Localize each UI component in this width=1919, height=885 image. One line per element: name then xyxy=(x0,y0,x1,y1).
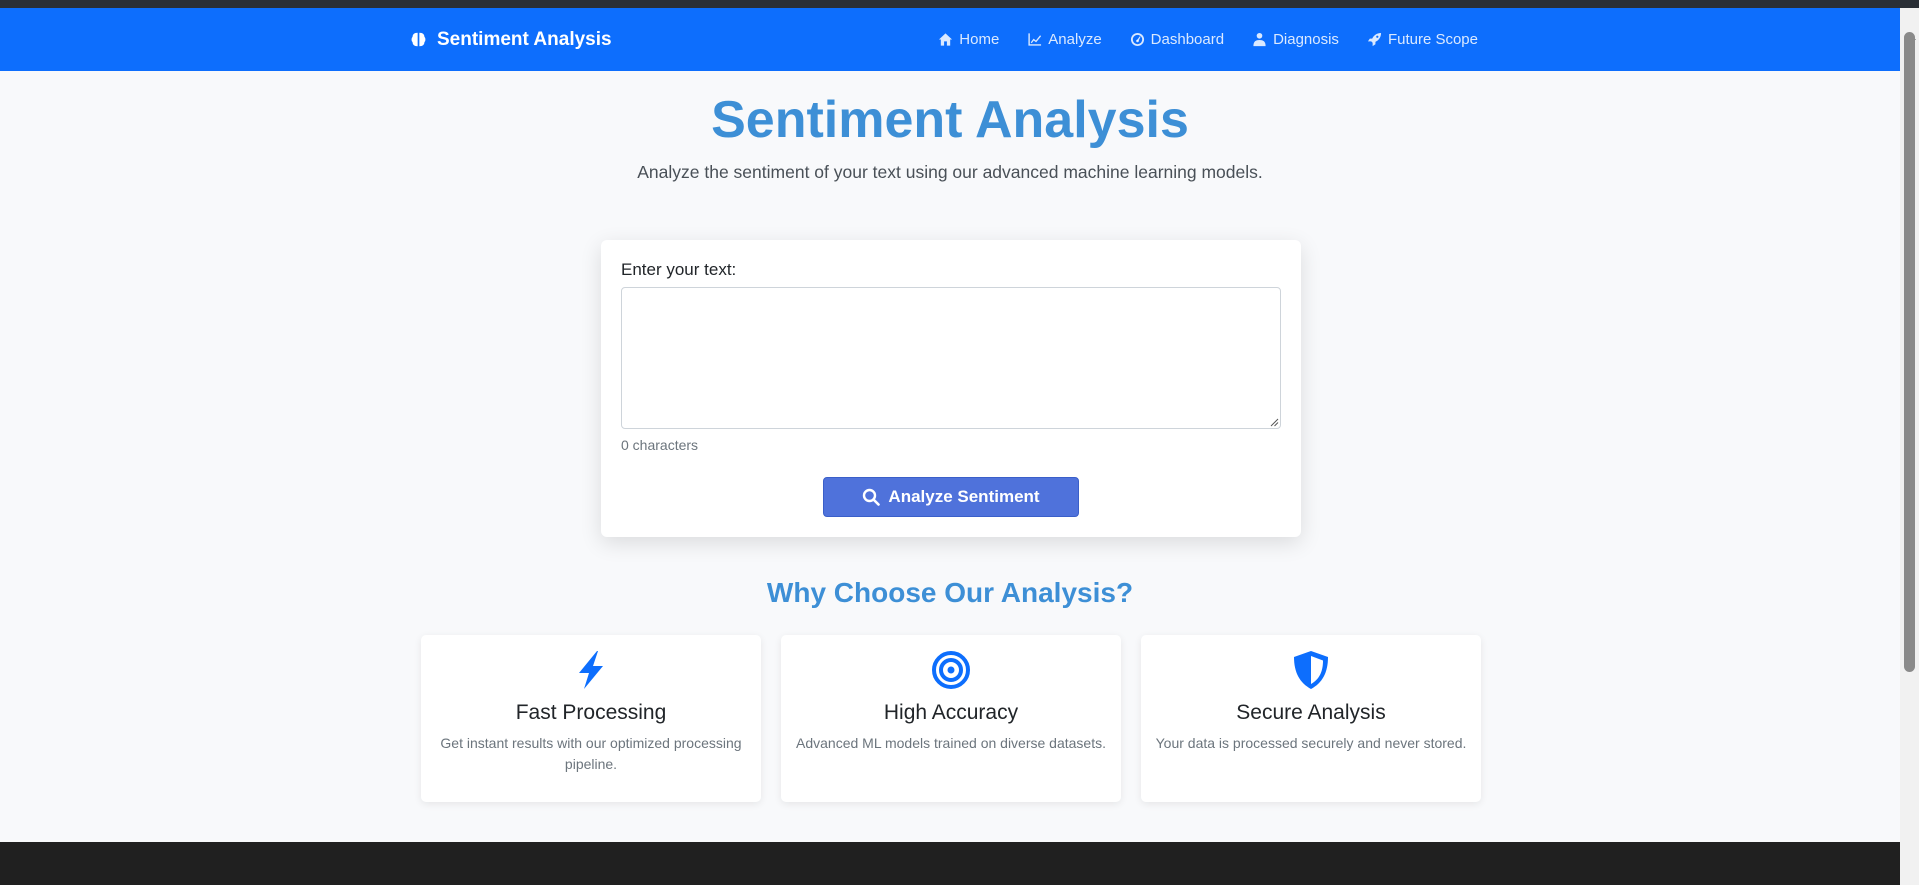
feature-description: Get instant results with our optimized p… xyxy=(440,735,742,772)
rocket-icon xyxy=(1367,32,1381,47)
nav-analyze[interactable]: Analyze xyxy=(1027,31,1102,48)
analyze-sentiment-label: Analyze Sentiment xyxy=(888,487,1040,506)
user-md-icon xyxy=(1253,32,1266,47)
why-choose-heading: Why Choose Our Analysis? xyxy=(766,577,1134,608)
feature-title: Secure Analysis xyxy=(1236,701,1386,724)
window-top-border xyxy=(0,0,1919,8)
nav-home[interactable]: Home xyxy=(938,31,999,48)
feature-card-fast-processing: Fast Processing Get instant results with… xyxy=(421,635,761,802)
text-input-label: Enter your text: xyxy=(621,260,737,279)
feature-description: Your data is processed securely and neve… xyxy=(1155,735,1467,751)
nav-links: Home Analyze Dashboard Diagnosis Future … xyxy=(938,8,1478,71)
brand-name: Sentiment Analysis xyxy=(437,28,612,50)
page-title: Sentiment Analysis xyxy=(711,91,1189,149)
nav-diagnosis[interactable]: Diagnosis xyxy=(1252,31,1339,48)
shield-icon xyxy=(1294,651,1328,689)
page-scrollbar[interactable] xyxy=(1900,8,1919,885)
character-count-value: 0 xyxy=(621,437,629,453)
search-icon xyxy=(863,488,881,506)
resize-grip-icon[interactable] xyxy=(1269,417,1279,427)
feature-card-secure-analysis: Secure Analysis Your data is processed s… xyxy=(1141,635,1481,802)
brand-link[interactable]: Sentiment Analysis xyxy=(410,8,612,71)
feature-card-high-accuracy: High Accuracy Advanced ML models trained… xyxy=(781,635,1121,802)
gauge-icon xyxy=(1130,32,1144,47)
character-counter: 0 characters xyxy=(621,437,698,453)
feature-title: Fast Processing xyxy=(515,701,667,724)
analyze-sentiment-button[interactable]: Analyze Sentiment xyxy=(823,477,1079,517)
bolt-icon xyxy=(579,651,603,689)
nav-future-scope-label: Future Scope xyxy=(1387,31,1478,48)
navbar: Sentiment Analysis Home Analyze Dashboar… xyxy=(0,8,1900,71)
target-icon xyxy=(932,651,970,689)
nav-diagnosis-label: Diagnosis xyxy=(1273,31,1339,48)
feature-description: Advanced ML models trained on diverse da… xyxy=(796,735,1106,751)
nav-analyze-label: Analyze xyxy=(1048,31,1102,48)
nav-home-label: Home xyxy=(959,31,1000,48)
feature-title: High Accuracy xyxy=(883,701,1019,724)
chart-line-icon xyxy=(1028,33,1042,46)
character-count-suffix: characters xyxy=(628,437,699,453)
page-footer xyxy=(0,842,1900,885)
scroll-thumb[interactable] xyxy=(1904,32,1915,672)
analyzer-card: Enter your text: 0 characters Analyze Se… xyxy=(601,240,1301,537)
nav-dashboard-label: Dashboard xyxy=(1150,31,1225,48)
page-subtitle: Analyze the sentiment of your text using… xyxy=(637,162,1263,182)
sentiment-text-input[interactable] xyxy=(621,287,1281,429)
nav-dashboard[interactable]: Dashboard xyxy=(1130,31,1224,48)
nav-future-scope[interactable]: Future Scope xyxy=(1367,31,1478,48)
home-icon xyxy=(939,33,953,46)
brain-icon xyxy=(411,32,426,47)
